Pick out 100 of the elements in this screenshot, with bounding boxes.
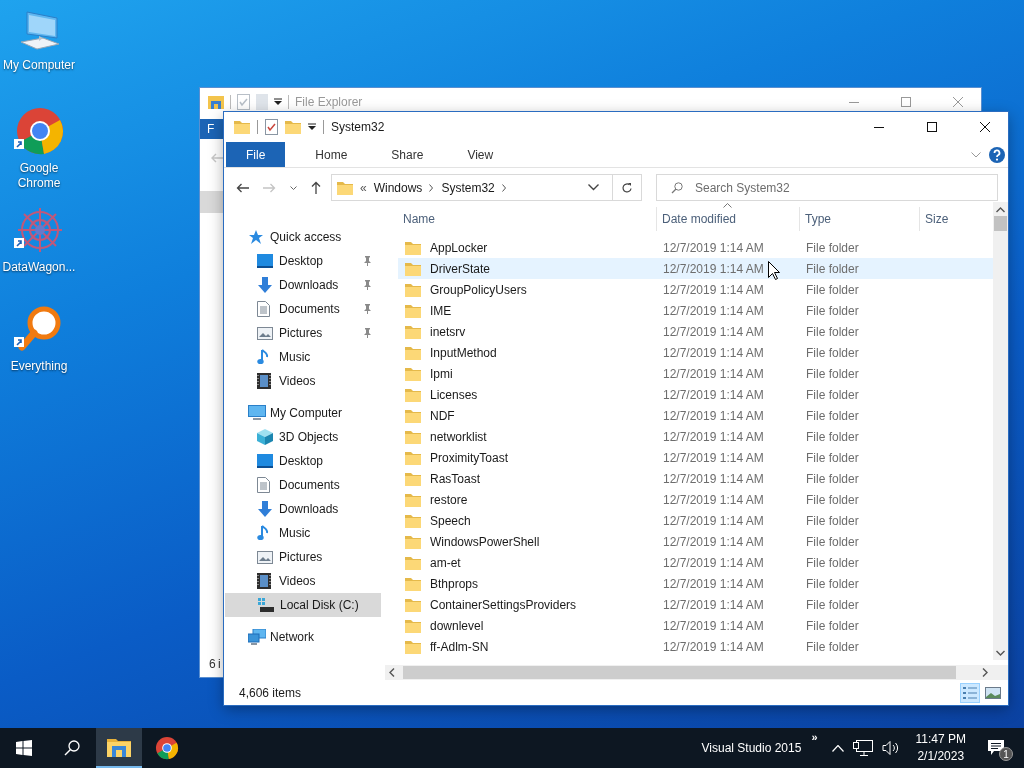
ribbon-tab[interactable]: Home (285, 142, 370, 167)
ribbon-tab[interactable]: File (226, 142, 286, 167)
chevron-icon[interactable] (429, 183, 435, 192)
sidebar-item[interactable]: Videos (224, 369, 381, 393)
sidebar-item[interactable]: Documents (224, 297, 381, 321)
file-row[interactable]: ProximityToast 12/7/2019 1:14 AM File folder (398, 447, 993, 468)
desktop-icon (257, 454, 273, 468)
customize-icon[interactable] (308, 123, 316, 131)
file-row[interactable]: Ipmi 12/7/2019 1:14 AM File folder (398, 363, 993, 384)
ribbon-tab[interactable]: View (445, 142, 516, 167)
file-name: restore (430, 492, 468, 507)
file-row[interactable]: RasToast 12/7/2019 1:14 AM File folder (398, 468, 993, 489)
close-icon[interactable] (953, 97, 963, 107)
scroll-right-icon[interactable] (982, 668, 988, 677)
sidebar-item[interactable]: Music (224, 345, 381, 369)
file-row[interactable]: downlevel 12/7/2019 1:14 AM File folder (398, 615, 993, 636)
volume-icon[interactable] (881, 741, 900, 755)
expand-ribbon-icon[interactable] (971, 151, 981, 158)
pin-icon[interactable] (363, 304, 372, 314)
horizontal-scrollbar[interactable] (385, 665, 1008, 680)
folder-icon (405, 303, 421, 318)
action-center-button[interactable]: 1 (976, 728, 1016, 768)
file-row[interactable]: GroupPolicyUsers 12/7/2019 1:14 AM File folder (398, 279, 993, 300)
properties-icon[interactable] (265, 119, 278, 135)
help-icon[interactable] (989, 146, 1005, 163)
date-modified: 12/7/2019 1:14 AM (663, 492, 764, 507)
network-icon[interactable] (852, 740, 873, 756)
file-row[interactable]: networklist 12/7/2019 1:14 AM File folder (398, 426, 993, 447)
vertical-scrollbar[interactable] (993, 202, 1008, 660)
clock-time: 11:47 PM (915, 731, 966, 748)
scroll-thumb[interactable] (403, 666, 956, 679)
music-note-icon (257, 349, 269, 365)
file-row[interactable]: DriverState 12/7/2019 1:14 AM File folder (398, 258, 993, 279)
file-type: File folder (805, 345, 860, 360)
sidebar-item[interactable]: Pictures (224, 321, 381, 345)
overflow-chevron[interactable]: « (360, 180, 367, 195)
refresh-icon[interactable] (621, 181, 633, 194)
sidebar-item[interactable]: My Computer (224, 401, 381, 425)
sidebar-item[interactable]: Documents (224, 473, 381, 497)
file-name: Licenses (430, 387, 478, 402)
back-arrow-icon[interactable] (236, 182, 249, 193)
file-row[interactable]: NDF 12/7/2019 1:14 AM File folder (398, 405, 993, 426)
scroll-thumb[interactable] (994, 216, 1007, 231)
file-row[interactable]: am-et 12/7/2019 1:14 AM File folder (398, 552, 993, 573)
clock[interactable]: 11:47 PM 2/1/2023 (905, 728, 976, 768)
breadcrumb-item[interactable]: System32 (441, 180, 495, 195)
minimize-icon[interactable] (849, 101, 859, 103)
date-modified: 12/7/2019 1:14 AM (663, 534, 764, 549)
column-header[interactable]: Type (800, 207, 920, 231)
file-row[interactable]: restore 12/7/2019 1:14 AM File folder (398, 489, 993, 510)
file-row[interactable]: Licenses 12/7/2019 1:14 AM File folder (398, 384, 993, 405)
scroll-left-icon[interactable] (389, 668, 395, 677)
scroll-up-icon[interactable] (996, 207, 1005, 213)
toolbar-expand-button[interactable]: » (809, 731, 826, 743)
details-view-button[interactable] (960, 682, 980, 703)
desktop-shortcut[interactable]: Everything (0, 305, 78, 404)
up-arrow-icon[interactable] (311, 181, 321, 194)
sidebar-item[interactable]: 3D Objects (224, 425, 381, 449)
file-row[interactable]: WindowsPowerShell 12/7/2019 1:14 AM File folder (398, 531, 993, 552)
sidebar-item[interactable]: Desktop (224, 249, 381, 273)
sidebar-item[interactable]: Desktop (224, 449, 381, 473)
file-name: GroupPolicyUsers (430, 282, 527, 297)
column-header[interactable]: Size (920, 207, 993, 231)
sidebar-item[interactable]: Downloads (224, 497, 381, 521)
file-row[interactable]: Speech 12/7/2019 1:14 AM File folder (398, 510, 993, 531)
file-type: File folder (805, 618, 860, 633)
column-header[interactable]: Date modified (657, 207, 800, 231)
search-field[interactable]: Search System32 (656, 174, 998, 201)
sidebar-item[interactable]: Network (224, 625, 381, 649)
sidebar-item[interactable]: Videos (224, 569, 381, 593)
file-row[interactable]: ContainerSettingsProviders 12/7/2019 1:14 AM File folder (398, 594, 993, 615)
scroll-down-icon[interactable] (996, 650, 1005, 656)
maximize-icon[interactable] (901, 97, 911, 107)
customize-icon[interactable] (274, 98, 282, 106)
pin-icon[interactable] (363, 256, 372, 266)
chevron-icon[interactable] (501, 183, 507, 192)
toolbar-label[interactable]: Visual Studio 2015 (701, 728, 810, 768)
sidebar-item[interactable]: Quick access (224, 225, 381, 249)
file-row[interactable]: AppLocker 12/7/2019 1:14 AM File folder (398, 237, 993, 258)
sidebar-item[interactable]: Music (224, 521, 381, 545)
file-row[interactable]: inetsrv 12/7/2019 1:14 AM File folder (398, 321, 993, 342)
recent-locations-icon[interactable] (290, 185, 297, 190)
sidebar-item[interactable]: Local Disk (C:) (225, 593, 381, 617)
show-hidden-icons-icon[interactable] (831, 744, 844, 752)
file-row[interactable]: IME 12/7/2019 1:14 AM File folder (398, 300, 993, 321)
sidebar-item[interactable]: Downloads (224, 273, 381, 297)
file-row[interactable]: ff-Adlm-SN 12/7/2019 1:14 AM File folder (398, 636, 993, 657)
address-bar[interactable]: « Windows System32 (331, 174, 642, 201)
desktop-shortcut[interactable]: DataWagon... (0, 206, 78, 305)
column-header[interactable]: Name (398, 207, 657, 231)
pin-icon[interactable] (363, 280, 372, 290)
pin-icon[interactable] (363, 328, 372, 338)
date-modified: 12/7/2019 1:14 AM (663, 240, 764, 255)
sidebar-item[interactable]: Pictures (224, 545, 381, 569)
breadcrumb-item[interactable]: Windows (373, 180, 423, 195)
taskbar-app[interactable] (96, 728, 142, 768)
file-row[interactable]: Bthprops 12/7/2019 1:14 AM File folder (398, 573, 993, 594)
background-file-tab[interactable]: F (200, 119, 224, 139)
ribbon-tab[interactable]: Share (369, 142, 446, 167)
file-row[interactable]: InputMethod 12/7/2019 1:14 AM File folder (398, 342, 993, 363)
